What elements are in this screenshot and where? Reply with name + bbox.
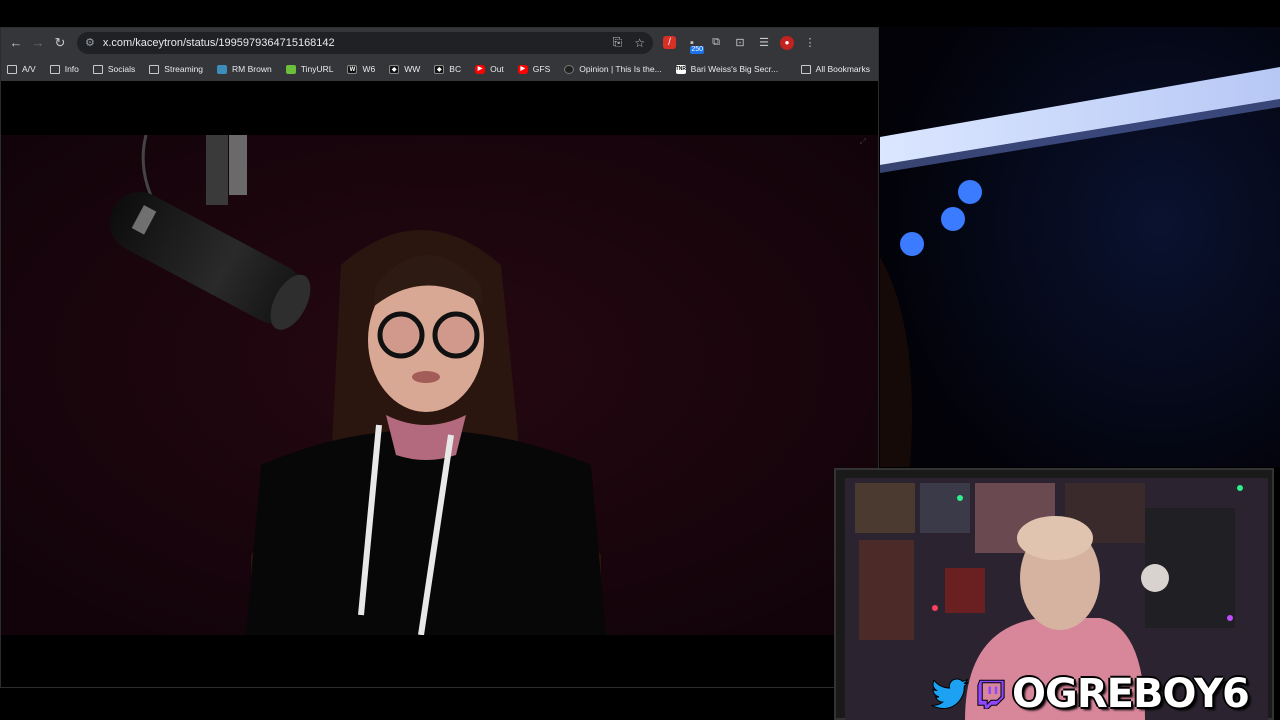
tab-search-icon[interactable]: ⊡: [732, 35, 748, 51]
bookmark-label: GFS: [532, 64, 551, 74]
bookmark-w6[interactable]: W W6: [347, 64, 375, 74]
extension-badge: 250: [690, 45, 704, 54]
bookmark-folder-streaming[interactable]: Streaming: [149, 64, 203, 74]
bookmark-folder-socials[interactable]: Socials: [92, 64, 136, 74]
install-app-icon[interactable]: ⎘: [613, 35, 623, 50]
twitter-icon: [931, 678, 969, 710]
address-bar-url[interactable]: x.com/kaceytron/status/19959793647151681…: [103, 37, 601, 49]
all-bookmarks-label: All Bookmarks: [815, 64, 870, 74]
twitch-icon: [977, 679, 1005, 709]
globe-favicon-icon: [564, 64, 575, 74]
video-frame: [1, 135, 878, 635]
tnr-favicon-icon: TNR: [675, 64, 686, 74]
social-overlay: OGREBOY6: [928, 671, 1250, 717]
bookmark-label: Bari Weiss's Big Secr...: [690, 64, 779, 74]
bookmark-tinyurl[interactable]: TinyURL: [285, 64, 334, 74]
bookmark-bari-weiss[interactable]: TNR Bari Weiss's Big Secr...: [675, 64, 779, 74]
bookmark-label: RM Brown: [232, 64, 272, 74]
profile-avatar-icon[interactable]: ●: [780, 35, 794, 50]
back-button[interactable]: ←: [5, 32, 27, 54]
bookmark-label: W6: [362, 64, 376, 74]
bookmark-label: Socials: [107, 64, 136, 74]
browser-window: ← → ↻ ⚙ x.com/kaceytron/status/199597936…: [0, 27, 879, 688]
tinyurl-favicon-icon: [285, 64, 296, 74]
extensions-area: / ▪ 250 ⧉ ⊡ ☰ ● ⋮: [663, 35, 818, 54]
w-favicon-icon: W: [347, 64, 358, 74]
arrow-left-icon: ←: [9, 35, 23, 50]
bookmark-label: Streaming: [164, 64, 204, 74]
address-bar[interactable]: ⚙ x.com/kaceytron/status/199597936471516…: [77, 31, 653, 54]
bc-favicon-icon: ◆: [434, 64, 445, 74]
ww-favicon-icon: ◆: [389, 64, 400, 74]
bookmark-out[interactable]: ▶ Out: [475, 64, 504, 74]
bookmark-label: A/V: [22, 64, 36, 74]
bookmark-label: BC: [449, 64, 462, 74]
arrow-right-icon: →: [31, 35, 45, 50]
browser-toolbar: ← → ↻ ⚙ x.com/kaceytron/status/199597936…: [1, 28, 878, 57]
bookmark-gfs[interactable]: ▶ GFS: [517, 64, 551, 74]
bookmark-label: Out: [490, 64, 504, 74]
bookmark-label: Opinion | This Is the...: [579, 64, 662, 74]
bookmark-opinion[interactable]: Opinion | This Is the...: [564, 64, 662, 74]
page-content: ⤢: [1, 81, 878, 687]
bookmark-label: WW: [404, 64, 421, 74]
site-favicon-icon: [217, 64, 228, 74]
reload-button[interactable]: ↻: [49, 32, 71, 54]
youtube-favicon-icon: ▶: [475, 64, 486, 74]
media-controls-icon[interactable]: ☰: [756, 35, 772, 51]
bookmark-label: Info: [64, 64, 79, 74]
forward-button[interactable]: →: [27, 32, 49, 54]
scene-art: [880, 27, 1280, 467]
bookmark-star-icon[interactable]: ☆: [634, 36, 645, 50]
bookmark-folder-av[interactable]: A/V: [7, 64, 36, 74]
bookmark-label: TinyURL: [300, 64, 334, 74]
folder-icon: [800, 64, 811, 74]
site-settings-icon[interactable]: ⚙: [85, 36, 95, 49]
folder-icon: [92, 64, 103, 74]
folder-icon: [149, 64, 160, 74]
all-bookmarks-button[interactable]: All Bookmarks: [800, 64, 870, 74]
bookmark-ww[interactable]: ◆ WW: [389, 64, 420, 74]
background-scene: [880, 27, 1280, 467]
streamer-handle: OGREBOY6: [1012, 671, 1250, 717]
folder-icon: [7, 64, 17, 74]
bookmark-rm-brown[interactable]: RM Brown: [217, 64, 272, 74]
bookmark-bc[interactable]: ◆ BC: [434, 64, 461, 74]
bookmark-folder-info[interactable]: Info: [49, 64, 79, 74]
extensions-puzzle-icon[interactable]: ⧉: [708, 35, 724, 51]
bookmarks-bar: A/V Info Socials Streaming RM Brown Tiny…: [1, 57, 878, 82]
counter-extension-icon[interactable]: ▪ 250: [684, 35, 704, 54]
folder-icon: [49, 64, 60, 74]
reload-icon: ↻: [54, 34, 66, 50]
video-expand-icon[interactable]: ⤢: [860, 137, 866, 147]
red-extension-icon[interactable]: /: [663, 36, 676, 49]
embedded-video-player[interactable]: ⤢: [1, 135, 878, 635]
youtube-favicon-icon: ▶: [517, 64, 528, 74]
menu-kebab-icon[interactable]: ⋮: [802, 35, 818, 51]
